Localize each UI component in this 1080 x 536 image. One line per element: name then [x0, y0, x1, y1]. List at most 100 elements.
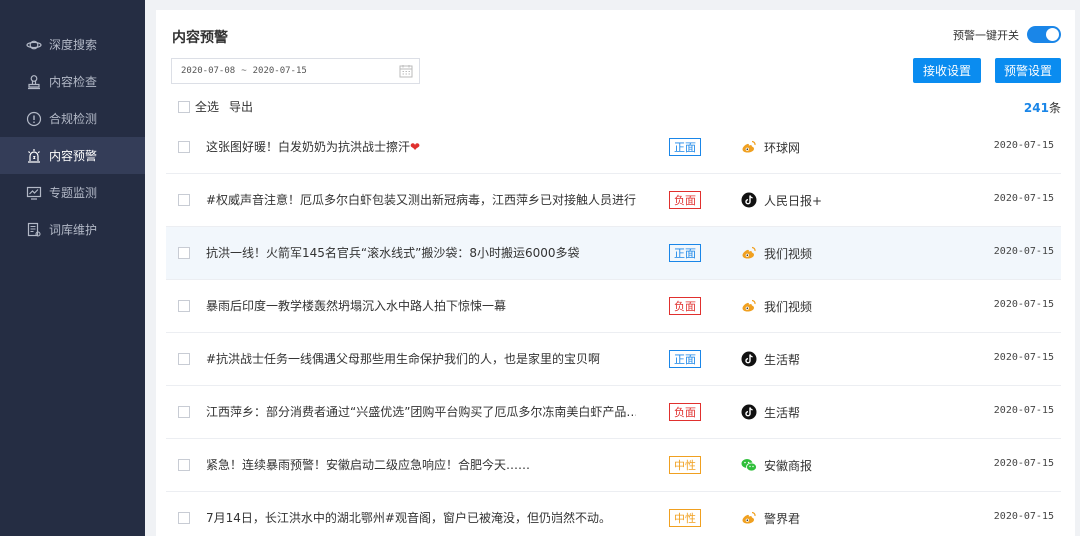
warning-toggle-group: 预警一键开关	[953, 26, 1061, 43]
sidebar-item-deep-search[interactable]: 深度搜索	[0, 26, 145, 63]
row-title-text: 暴雨后印度一教学楼轰然坍塌沉入水中路人拍下惊悚一幕	[206, 299, 507, 313]
planet-icon	[25, 36, 43, 54]
sidebar-item-label: 内容检查	[49, 75, 98, 89]
sidebar: 深度搜索 内容检查 合规检测 内容预警 专题监测 词库维护	[0, 0, 145, 536]
date-separator: ~	[241, 66, 247, 76]
warning-list: 这张图好暖！白发奶奶为抗洪战士擦汗❤ 正面 环球网 2020-07-15 #权威声音注意…	[166, 121, 1061, 536]
row-checkbox[interactable]	[178, 300, 190, 312]
select-all[interactable]: 全选	[178, 98, 219, 115]
source-name[interactable]: 安徽商报	[764, 457, 812, 474]
row-date: 2020-07-15	[993, 299, 1054, 310]
source-name[interactable]: 人民日报+	[764, 192, 822, 209]
sentiment-badge: 负面	[669, 403, 701, 421]
sentiment-badge: 正面	[669, 244, 701, 262]
sentiment-badge: 正面	[669, 350, 701, 368]
stamp-icon	[25, 73, 43, 91]
sidebar-item-dictionary[interactable]: 词库维护	[0, 211, 145, 248]
date-end: 2020-07-15	[252, 66, 307, 76]
row-date: 2020-07-15	[993, 140, 1054, 151]
row-date: 2020-07-15	[993, 511, 1054, 522]
date-start: 2020-07-08	[181, 66, 236, 76]
sentiment-badge: 正面	[669, 138, 701, 156]
export-link[interactable]: 导出	[229, 98, 253, 115]
row-title[interactable]: #权威声音注意！厄瓜多尔白虾包装又测出新冠病毒，江西萍乡已对接触人员进行…	[206, 191, 636, 208]
calendar-icon	[399, 65, 413, 78]
row-date: 2020-07-15	[993, 246, 1054, 257]
row-title[interactable]: 抗洪一线！火箭军145名官兵“滚水线式”搬沙袋：8小时搬运6000多袋	[206, 244, 636, 261]
row-checkbox[interactable]	[178, 353, 190, 365]
list-item[interactable]: 这张图好暖！白发奶奶为抗洪战士擦汗❤ 正面 环球网 2020-07-15	[166, 121, 1061, 174]
sidebar-item-content-warning[interactable]: 内容预警	[0, 137, 145, 174]
weibo-icon	[741, 139, 757, 155]
row-checkbox[interactable]	[178, 141, 190, 153]
receive-settings-button[interactable]: 接收设置	[913, 58, 981, 83]
heart-emoji: ❤	[410, 140, 421, 154]
list-item[interactable]: #抗洪战士任务一线偶遇父母那些用生命保护我们的人，也是家里的宝贝啊 正面 生活帮 20…	[166, 333, 1061, 386]
row-title[interactable]: 这张图好暖！白发奶奶为抗洪战士擦汗❤	[206, 138, 636, 155]
result-count-number: 241	[1023, 101, 1049, 115]
row-title[interactable]: 江西萍乡：部分消费者通过“兴盛优选”团购平台购买了厄瓜多尔冻南美白虾产品…	[206, 403, 636, 420]
row-title[interactable]: 紧急！连续暴雨预警！安徽启动二级应急响应！合肥今天……	[206, 456, 636, 473]
sidebar-item-topic-monitor[interactable]: 专题监测	[0, 174, 145, 211]
tiktok-icon	[741, 404, 757, 420]
warning-master-toggle[interactable]	[1027, 26, 1061, 43]
sentiment-badge: 中性	[669, 456, 701, 474]
list-item[interactable]: 抗洪一线！火箭军145名官兵“滚水线式”搬沙袋：8小时搬运6000多袋 正面 我们视…	[166, 227, 1061, 280]
row-date: 2020-07-15	[993, 352, 1054, 363]
row-title-text: 紧急！连续暴雨预警！安徽启动二级应急响应！合肥今天……	[206, 458, 531, 472]
result-count: 241条	[1024, 99, 1061, 116]
source-name[interactable]: 生活帮	[764, 404, 800, 421]
row-title[interactable]: #抗洪战士任务一线偶遇父母那些用生命保护我们的人，也是家里的宝贝啊	[206, 350, 636, 367]
list-item[interactable]: #权威声音注意！厄瓜多尔白虾包装又测出新冠病毒，江西萍乡已对接触人员进行… 负面 人…	[166, 174, 1061, 227]
sentiment-badge: 负面	[669, 297, 701, 315]
row-checkbox[interactable]	[178, 406, 190, 418]
sidebar-item-label: 深度搜索	[49, 38, 98, 52]
toggle-knob	[1046, 28, 1059, 41]
row-checkbox[interactable]	[178, 247, 190, 259]
row-checkbox[interactable]	[178, 194, 190, 206]
weibo-icon	[741, 245, 757, 261]
select-all-checkbox[interactable]	[178, 100, 190, 113]
shield-alert-icon	[25, 110, 43, 128]
monitor-chart-icon	[25, 184, 43, 202]
row-title-text: #抗洪战士任务一线偶遇父母那些用生命保护我们的人，也是家里的宝贝啊	[206, 352, 601, 366]
tiktok-icon	[741, 351, 757, 367]
source-name[interactable]: 警界君	[764, 510, 800, 527]
row-title-text: 抗洪一线！火箭军145名官兵“滚水线式”搬沙袋：8小时搬运6000多袋	[206, 246, 580, 260]
sidebar-item-label: 专题监测	[49, 186, 98, 200]
source-name[interactable]: 生活帮	[764, 351, 800, 368]
list-item[interactable]: 7月14日，长江洪水中的湖北鄂州#观音阁，窗户已被淹没，但仍岿然不动。 中性 警界君…	[166, 492, 1061, 536]
main-panel: 内容预警 预警一键开关 2020-07-08 ~ 2020-07-15 接收设置…	[156, 10, 1075, 536]
page-title: 内容预警	[172, 30, 228, 46]
row-date: 2020-07-15	[993, 405, 1054, 416]
list-item[interactable]: 江西萍乡：部分消费者通过“兴盛优选”团购平台购买了厄瓜多尔冻南美白虾产品… 负面 生…	[166, 386, 1061, 439]
row-title-text: 这张图好暖！白发奶奶为抗洪战士擦汗	[206, 140, 411, 154]
list-item[interactable]: 暴雨后印度一教学楼轰然坍塌沉入水中路人拍下惊悚一幕 负面 我们视频 2020-07-1…	[166, 280, 1061, 333]
row-title-text: 江西萍乡：部分消费者通过“兴盛优选”团购平台购买了厄瓜多尔冻南美白虾产品…	[206, 405, 636, 419]
sentiment-badge: 负面	[669, 191, 701, 209]
sidebar-item-label: 合规检测	[49, 112, 98, 126]
row-title[interactable]: 暴雨后印度一教学楼轰然坍塌沉入水中路人拍下惊悚一幕	[206, 297, 636, 314]
row-checkbox[interactable]	[178, 512, 190, 524]
row-title[interactable]: 7月14日，长江洪水中的湖北鄂州#观音阁，窗户已被淹没，但仍岿然不动。	[206, 509, 636, 526]
result-count-unit: 条	[1048, 101, 1061, 115]
row-date: 2020-07-15	[993, 458, 1054, 469]
sidebar-item-label: 词库维护	[49, 223, 98, 237]
source-name[interactable]: 环球网	[764, 139, 800, 156]
weibo-icon	[741, 510, 757, 526]
warning-settings-button[interactable]: 预警设置	[995, 58, 1061, 83]
sidebar-item-label: 内容预警	[49, 149, 98, 163]
select-all-label: 全选	[195, 100, 220, 114]
source-name[interactable]: 我们视频	[764, 245, 812, 262]
row-title-text: #权威声音注意！厄瓜多尔白虾包装又测出新冠病毒，江西萍乡已对接触人员进行…	[206, 193, 636, 207]
row-date: 2020-07-15	[993, 193, 1054, 204]
source-name[interactable]: 我们视频	[764, 298, 812, 315]
date-range-picker[interactable]: 2020-07-08 ~ 2020-07-15	[171, 58, 420, 84]
sidebar-item-content-check[interactable]: 内容检查	[0, 63, 145, 100]
wechat-icon	[741, 457, 757, 473]
sidebar-item-compliance[interactable]: 合规检测	[0, 100, 145, 137]
list-item[interactable]: 紧急！连续暴雨预警！安徽启动二级应急响应！合肥今天…… 中性 安徽商报 2020-07…	[166, 439, 1061, 492]
row-checkbox[interactable]	[178, 459, 190, 471]
dictionary-icon	[25, 221, 43, 239]
sidebar-nav: 深度搜索 内容检查 合规检测 内容预警 专题监测 词库维护	[0, 26, 145, 248]
